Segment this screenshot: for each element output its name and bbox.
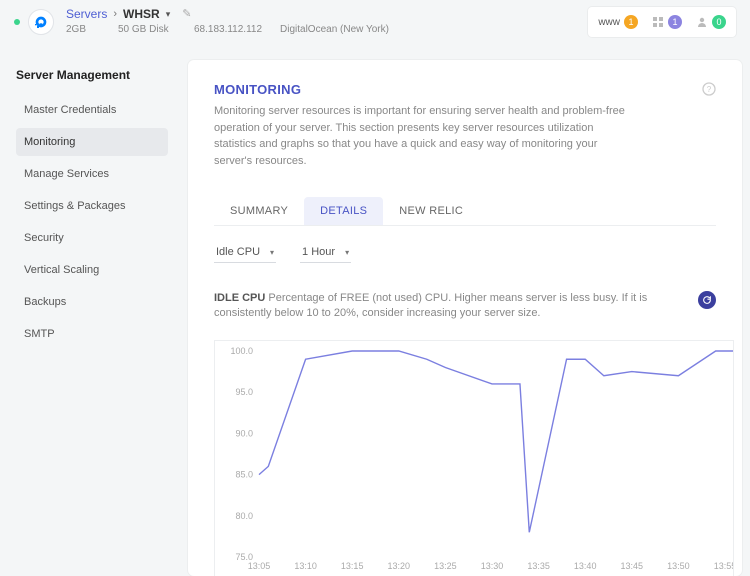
provider-logo (28, 9, 54, 35)
range-selector-label: 1 Hour (302, 246, 335, 258)
apps-badge: 1 (668, 15, 682, 29)
www-badge: 1 (624, 15, 638, 29)
svg-text:13:10: 13:10 (294, 561, 317, 571)
breadcrumb: Servers › WHSR ▾ ✎ 2GB 50 GB Disk 68.183… (66, 7, 389, 37)
tab-details[interactable]: DETAILS (304, 197, 383, 225)
svg-text:95.0: 95.0 (235, 387, 253, 397)
help-icon[interactable]: ? (702, 82, 716, 99)
server-ip: 68.183.112.112 (194, 24, 256, 37)
sidebar-item-settings-packages[interactable]: Settings & Packages (16, 192, 168, 220)
www-button[interactable]: www 1 (598, 15, 638, 29)
chevron-down-icon: ▾ (345, 248, 349, 257)
svg-text:13:05: 13:05 (248, 561, 271, 571)
svg-text:?: ? (707, 85, 712, 94)
svg-text:80.0: 80.0 (235, 511, 253, 521)
tab-summary[interactable]: SUMMARY (214, 197, 304, 225)
sidebar-item-monitoring[interactable]: Monitoring (16, 128, 168, 156)
server-provider: DigitalOcean (New York) (280, 24, 389, 37)
main-panel: ? MONITORING Monitoring server resources… (188, 60, 742, 576)
svg-text:13:15: 13:15 (341, 561, 364, 571)
server-disk: 50 GB Disk (118, 24, 170, 37)
top-right-actions: www 1 1 0 (588, 7, 736, 37)
metric-selector-label: Idle CPU (216, 246, 260, 258)
svg-text:13:40: 13:40 (574, 561, 597, 571)
metric-desc: Percentage of FREE (not used) CPU. Highe… (214, 292, 647, 319)
server-status-dot (14, 19, 20, 25)
top-bar: Servers › WHSR ▾ ✎ 2GB 50 GB Disk 68.183… (0, 0, 750, 44)
svg-text:100.0: 100.0 (230, 346, 253, 356)
sidebar: Server Management Master Credentials Moni… (0, 44, 180, 576)
svg-text:13:45: 13:45 (621, 561, 644, 571)
chevron-down-icon: ▾ (270, 248, 274, 257)
page-title: MONITORING (214, 82, 716, 97)
svg-text:90.0: 90.0 (235, 428, 253, 438)
sidebar-title: Server Management (16, 68, 168, 82)
account-badge: 0 (712, 15, 726, 29)
sidebar-item-smtp[interactable]: SMTP (16, 320, 168, 348)
sidebar-item-backups[interactable]: Backups (16, 288, 168, 316)
chevron-down-icon[interactable]: ▾ (166, 9, 171, 20)
sidebar-item-vertical-scaling[interactable]: Vertical Scaling (16, 256, 168, 284)
metric-selector[interactable]: Idle CPU ▾ (214, 244, 276, 263)
svg-text:13:25: 13:25 (434, 561, 457, 571)
metric-description-block: IDLE CPU Percentage of FREE (not used) C… (214, 291, 716, 322)
metric-title: IDLE CPU (214, 292, 265, 304)
edit-server-icon[interactable]: ✎ (182, 8, 191, 22)
svg-text:13:55: 13:55 (714, 561, 734, 571)
breadcrumb-servers-link[interactable]: Servers (66, 7, 107, 22)
breadcrumb-server-name[interactable]: WHSR (123, 7, 160, 22)
svg-text:13:30: 13:30 (481, 561, 504, 571)
svg-text:13:50: 13:50 (667, 561, 690, 571)
user-icon (696, 16, 708, 28)
server-ram: 2GB (66, 24, 94, 37)
chart: 75.080.085.090.095.0100.013:0513:1013:15… (214, 340, 734, 576)
svg-text:13:20: 13:20 (388, 561, 411, 571)
sidebar-item-security[interactable]: Security (16, 224, 168, 252)
refresh-button[interactable] (698, 291, 716, 309)
apps-button[interactable]: 1 (652, 15, 682, 29)
grid-icon (652, 16, 664, 28)
sidebar-item-master-credentials[interactable]: Master Credentials (16, 96, 168, 124)
chevron-right-icon: › (113, 8, 117, 22)
svg-text:85.0: 85.0 (235, 469, 253, 479)
www-label: www (598, 17, 620, 28)
range-selector[interactable]: 1 Hour ▾ (300, 244, 351, 263)
chart-selectors: Idle CPU ▾ 1 Hour ▾ (214, 244, 716, 263)
tab-new-relic[interactable]: NEW RELIC (383, 197, 479, 225)
page-description: Monitoring server resources is important… (214, 103, 634, 169)
account-button[interactable]: 0 (696, 15, 726, 29)
sidebar-item-manage-services[interactable]: Manage Services (16, 160, 168, 188)
tabs: SUMMARYDETAILSNEW RELIC (214, 197, 716, 226)
svg-text:13:35: 13:35 (527, 561, 550, 571)
